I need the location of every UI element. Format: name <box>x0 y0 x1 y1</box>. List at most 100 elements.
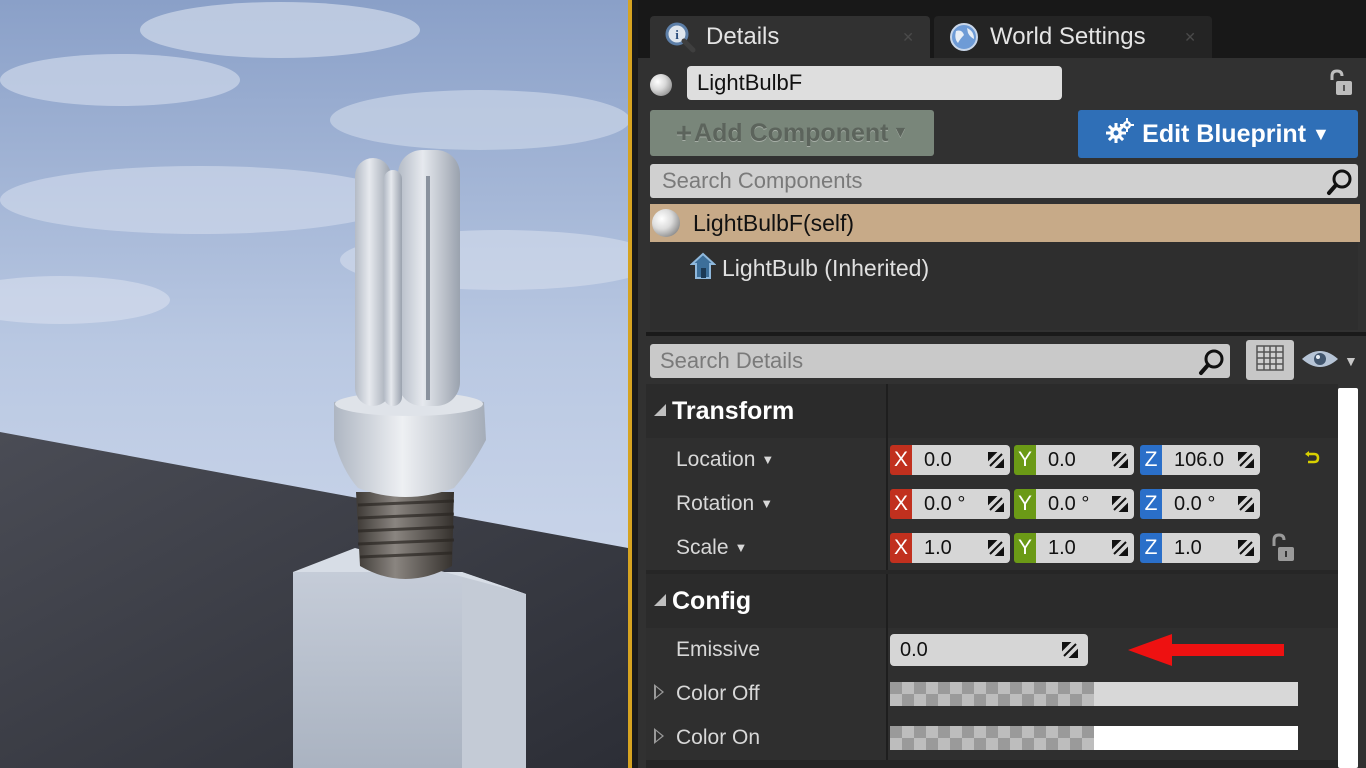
property-label-scale[interactable]: Scale ▼ <box>676 526 747 572</box>
property-row-emissive: Emissive 0.0 <box>646 628 1338 672</box>
property-row-rotation: Rotation ▼ X 0.0 ° Y 0.0 ° Z 0.0 ° <box>646 482 1338 526</box>
expand-arrows-icon <box>988 496 1004 512</box>
actor-name-row: LightBulbF <box>648 64 1356 104</box>
location-x-field[interactable]: X 0.0 <box>890 445 1010 475</box>
section-divider[interactable] <box>646 332 1366 336</box>
rotation-z-field[interactable]: Z 0.0 ° <box>1140 489 1260 519</box>
details-scrollbar[interactable] <box>1338 388 1358 768</box>
property-row-color-on: Color On <box>646 716 1338 760</box>
expand-arrows-icon <box>1062 642 1078 658</box>
column-divider <box>886 384 888 438</box>
rotation-z-value[interactable]: 0.0 ° <box>1162 489 1260 519</box>
chevron-down-icon: ▼ <box>892 124 909 141</box>
column-divider <box>886 438 888 482</box>
color-on-solid <box>1094 726 1298 750</box>
color-on-swatch[interactable] <box>890 726 1298 750</box>
red-arrow-annotation <box>1128 634 1284 666</box>
category-config[interactable]: Config <box>646 574 1338 628</box>
location-z-value[interactable]: 106.0 <box>1162 445 1260 475</box>
view-options-button[interactable]: ▼ <box>1300 346 1362 376</box>
alpha-checker <box>890 682 1094 706</box>
rotation-y-value[interactable]: 0.0 ° <box>1036 489 1134 519</box>
chevron-down-icon: ▼ <box>761 452 775 467</box>
tab-details[interactable]: i Details ✕ <box>650 16 930 58</box>
rotation-y-field[interactable]: Y 0.0 ° <box>1014 489 1134 519</box>
category-transform-title: Transform <box>672 397 795 425</box>
collapse-triangle-icon <box>654 594 666 606</box>
column-divider <box>886 672 888 716</box>
add-component-button[interactable]: + Add Component ▼ <box>650 110 934 156</box>
add-component-label: Add Component <box>694 118 889 147</box>
alpha-checker <box>890 726 1094 750</box>
tree-item-self[interactable]: LightBulbF(self) <box>650 204 1360 242</box>
axis-x-badge: X <box>890 489 912 519</box>
scale-x-field[interactable]: X 1.0 <box>890 533 1010 563</box>
details-magnifier-icon: i <box>664 21 696 53</box>
tree-item-lightbulb[interactable]: LightBulb (Inherited) <box>689 252 930 285</box>
expand-arrows-icon <box>1112 452 1128 468</box>
reset-to-default-icon[interactable] <box>1304 450 1320 468</box>
expand-arrows-icon <box>1112 496 1128 512</box>
grid-icon <box>1256 344 1284 376</box>
level-viewport[interactable] <box>0 0 628 768</box>
axis-z-badge: Z <box>1140 489 1162 519</box>
plus-icon: + <box>675 117 693 148</box>
search-icon <box>1326 168 1354 196</box>
rotation-x-value[interactable]: 0.0 ° <box>912 489 1010 519</box>
globe-icon <box>948 21 980 53</box>
close-icon[interactable]: ✕ <box>1184 29 1196 46</box>
property-matrix-button[interactable] <box>1246 340 1294 380</box>
axis-z-badge: Z <box>1140 445 1162 475</box>
lock-icon[interactable] <box>1268 532 1296 564</box>
component-tree: LightBulbF(self) LightBulb (Inherited) <box>650 204 1360 330</box>
expand-triangle-icon[interactable] <box>654 684 664 700</box>
property-row-location: Location ▼ X 0.0 Y 0.0 Z 106.0 <box>646 438 1338 482</box>
search-components-input[interactable]: Search Components <box>650 164 1358 198</box>
property-label-rotation[interactable]: Rotation ▼ <box>676 482 773 528</box>
chevron-down-icon: ▼ <box>1344 353 1358 369</box>
property-row-color-off: Color Off <box>646 672 1338 716</box>
expand-triangle-icon[interactable] <box>654 728 664 744</box>
search-components-placeholder: Search Components <box>662 168 863 193</box>
lock-icon[interactable] <box>1324 68 1354 98</box>
property-list: Transform Location ▼ X 0.0 Y 0.0 Z 106.0… <box>646 384 1338 768</box>
actor-name-field[interactable]: LightBulbF <box>687 66 1062 100</box>
column-divider <box>886 482 888 526</box>
property-row-scale: Scale ▼ X 1.0 Y 1.0 Z 1.0 <box>646 526 1338 570</box>
scale-y-value[interactable]: 1.0 <box>1036 533 1134 563</box>
color-off-swatch[interactable] <box>890 682 1298 706</box>
tab-details-label: Details <box>706 23 780 50</box>
expand-arrows-icon <box>1238 540 1254 556</box>
axis-y-badge: Y <box>1014 489 1036 519</box>
expand-arrows-icon <box>1238 496 1254 512</box>
property-label-location[interactable]: Location ▼ <box>676 438 774 484</box>
emissive-value-field[interactable]: 0.0 <box>890 634 1088 666</box>
axis-y-badge: Y <box>1014 533 1036 563</box>
axis-x-badge: X <box>890 445 912 475</box>
search-details-input[interactable]: Search Details <box>650 344 1230 378</box>
category-transform[interactable]: Transform <box>646 384 1338 438</box>
tab-world-settings-label: World Settings <box>990 23 1146 50</box>
scale-z-value[interactable]: 1.0 <box>1162 533 1260 563</box>
scale-y-field[interactable]: Y 1.0 <box>1014 533 1134 563</box>
property-label-color-on: Color On <box>676 726 761 749</box>
rotation-x-field[interactable]: X 0.0 ° <box>890 489 1010 519</box>
location-y-field[interactable]: Y 0.0 <box>1014 445 1134 475</box>
expand-arrows-icon <box>1238 452 1254 468</box>
tab-world-settings[interactable]: World Settings ✕ <box>934 16 1212 58</box>
scene-component-icon <box>689 252 717 285</box>
axis-y-badge: Y <box>1014 445 1036 475</box>
edit-blueprint-button[interactable]: Edit Blueprint ▼ <box>1078 110 1358 158</box>
tree-item-lightbulb-label: LightBulb (Inherited) <box>722 255 930 281</box>
location-x-value[interactable]: 0.0 <box>912 445 1010 475</box>
column-divider <box>886 716 888 760</box>
location-z-field[interactable]: Z 106.0 <box>1140 445 1260 475</box>
axis-z-badge: Z <box>1140 533 1162 563</box>
location-y-value[interactable]: 0.0 <box>1036 445 1134 475</box>
scale-x-value[interactable]: 1.0 <box>912 533 1010 563</box>
gear-icon <box>1106 117 1135 151</box>
component-toolbar: + Add Component ▼ Edit Blueprint ▼ <box>650 110 1358 158</box>
chevron-down-icon: ▼ <box>734 540 748 555</box>
scale-z-field[interactable]: Z 1.0 <box>1140 533 1260 563</box>
close-icon[interactable]: ✕ <box>902 29 914 46</box>
